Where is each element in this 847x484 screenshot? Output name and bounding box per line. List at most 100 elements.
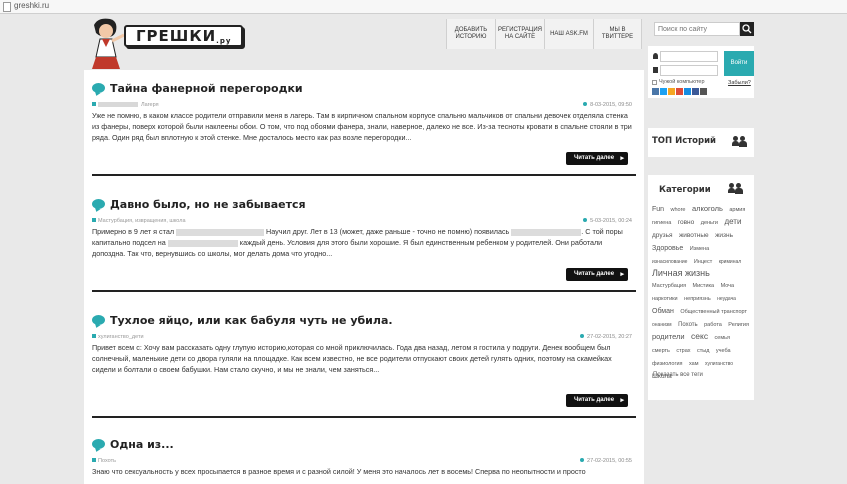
search-button[interactable] (740, 22, 754, 36)
tag-link[interactable]: хулиганство (705, 361, 733, 367)
post-category[interactable]: Лагеря (141, 102, 159, 108)
mailru-icon[interactable] (684, 88, 691, 95)
show-all-tags-link[interactable]: Показать все теги (653, 372, 703, 378)
tag-link[interactable]: работа (704, 322, 722, 328)
post-meta: Мастурбация, извращения, школа 5-03-2015… (92, 218, 632, 226)
tag-icon (92, 102, 96, 106)
blurred-text (511, 228, 582, 236)
top-stories-title[interactable]: ТОП Историй (652, 136, 716, 146)
people-icon (732, 136, 748, 147)
twitter-icon[interactable] (660, 88, 667, 95)
site-logo[interactable]: ГРЕШКИ.ру (84, 17, 444, 70)
post-date: 27-02-2015, 20:27 (580, 334, 632, 340)
tag-link[interactable]: Моча (721, 283, 735, 289)
speech-bubble-icon (92, 83, 105, 93)
nav-askfm[interactable]: Наш ask.fm (544, 19, 593, 49)
tag-link[interactable]: Мастурбация (652, 283, 686, 289)
tag-link[interactable]: смерть (652, 348, 670, 354)
tag-link[interactable]: родители (652, 332, 685, 341)
tag-link[interactable]: друзья (652, 232, 672, 239)
tag-link[interactable]: Fun (652, 206, 664, 213)
tag-link[interactable]: Похоть (678, 322, 698, 328)
tag-link[interactable]: Религия (728, 322, 749, 328)
tag-link[interactable]: армия (729, 207, 745, 213)
password-field[interactable] (660, 65, 718, 76)
post-excerpt: Примерно в 9 лет я стал Научил друг. Лет… (92, 227, 623, 258)
tag-link[interactable]: неприязнь (684, 296, 711, 302)
tag-link[interactable]: говно (678, 219, 695, 226)
speech-bubble-icon (92, 315, 105, 325)
read-more-button[interactable]: Читать далее (566, 394, 628, 407)
post-category[interactable]: хулиганство_дети (98, 334, 144, 340)
tag-icon (92, 218, 96, 222)
page-icon (3, 2, 11, 12)
facebook-icon[interactable] (692, 88, 699, 95)
tag-link[interactable]: Мистика (693, 283, 715, 289)
post-meta: хулиганство_дети 27-02-2015, 20:27 (92, 334, 632, 342)
post-title[interactable]: Одна из... (110, 438, 174, 451)
tag-link[interactable]: физиология (652, 361, 683, 367)
post-category[interactable]: Похоть (98, 458, 116, 464)
tag-link[interactable]: жизнь (715, 232, 733, 239)
clock-icon (583, 218, 588, 222)
read-more-button[interactable]: Читать далее (566, 152, 628, 165)
google-icon[interactable] (676, 88, 683, 95)
tag-link[interactable]: криминал (719, 259, 741, 265)
tag-link[interactable]: Здоровье (652, 245, 683, 252)
tag-link[interactable]: страх (676, 348, 690, 354)
tag-link[interactable]: стыд (697, 348, 709, 354)
tag-link[interactable]: животные (679, 232, 709, 239)
search-input[interactable] (654, 22, 740, 36)
nav-registration[interactable]: Регистрация на сайте (495, 19, 544, 49)
post-date: 8-03-2015, 09:50 (583, 102, 632, 108)
tag-link[interactable]: Личная жизнь (652, 268, 710, 278)
tag-link[interactable]: гигиена (652, 220, 671, 226)
url-text[interactable]: greshki.ru (14, 1, 49, 10)
tag-link[interactable]: Общественный транспорт (680, 309, 747, 315)
clock-icon (580, 334, 585, 338)
blurred-text (167, 239, 238, 247)
post-title[interactable]: Давно было, но не забывается (110, 198, 306, 211)
post: Тайна фанерной перегородки Лагеря 8-03-2… (92, 80, 636, 180)
tag-link[interactable]: деньги (701, 220, 718, 226)
tag-link[interactable]: дети (724, 217, 741, 226)
post-divider (92, 290, 636, 292)
odnoklassniki-icon[interactable] (668, 88, 675, 95)
tag-link[interactable]: whore (671, 207, 686, 213)
tag-link[interactable]: семья (715, 335, 730, 341)
tag-link[interactable]: Измена (690, 246, 709, 252)
tag-link[interactable]: изнасилование (652, 259, 687, 265)
post-category[interactable]: Мастурбация, извращения, школа (98, 218, 186, 224)
site-search (654, 22, 754, 36)
remember-checkbox[interactable]: Чужой компьютер (652, 79, 705, 85)
browser-address-bar[interactable]: greshki.ru (0, 0, 847, 14)
tag-link[interactable]: секс (691, 331, 708, 341)
forgot-password-link[interactable]: Забыли? (728, 80, 751, 86)
tag-link[interactable]: Инцест (694, 259, 712, 265)
clock-icon (583, 102, 588, 106)
post-title[interactable]: Тухлое яйцо, или как бабуля чуть не убил… (110, 314, 393, 327)
tag-link[interactable]: Обман (652, 308, 674, 315)
nav-twitter[interactable]: Мы в твиттере (593, 19, 642, 49)
tag-link[interactable]: онанизм (652, 322, 672, 328)
username-field[interactable] (660, 51, 718, 62)
vk-icon[interactable] (652, 88, 659, 95)
logo-text: ГРЕШКИ.ру (124, 25, 244, 47)
yandex-icon[interactable] (700, 88, 707, 95)
tag-link[interactable]: хам (689, 361, 699, 367)
speech-bubble-icon (92, 439, 105, 449)
tag-link[interactable]: неудача (717, 296, 736, 302)
tag-icon (92, 334, 96, 338)
tag-link[interactable]: учеба (716, 348, 731, 354)
read-more-button[interactable]: Читать далее (566, 268, 628, 281)
tag-link[interactable]: наркотики (652, 296, 678, 302)
tag-link[interactable]: алкоголь (692, 204, 723, 213)
top-navigation: Добавить историю Регистрация на сайте На… (446, 19, 642, 49)
clock-icon (580, 458, 585, 462)
nav-add-story[interactable]: Добавить историю (446, 19, 495, 49)
checkbox[interactable] (652, 79, 657, 85)
post-date: 5-03-2015, 00:24 (583, 218, 632, 224)
categories-box: Категории Fun whore алкоголь армия гигие… (648, 175, 754, 400)
login-button[interactable]: Войти (724, 51, 754, 76)
post-title[interactable]: Тайна фанерной перегородки (110, 82, 303, 95)
